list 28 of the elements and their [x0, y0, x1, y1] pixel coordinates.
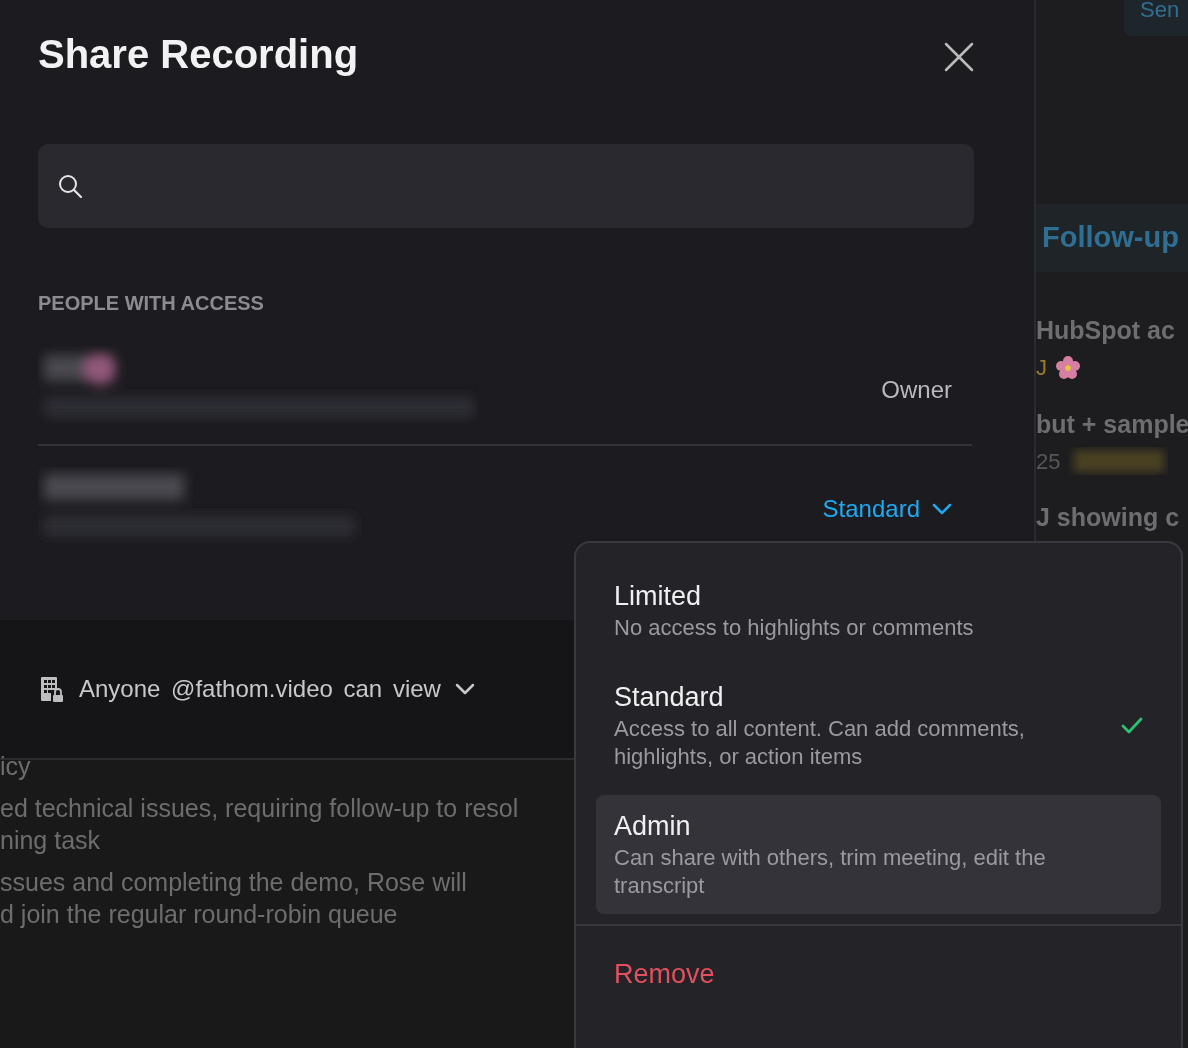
assignee-initial: J: [1036, 354, 1047, 382]
access-dropdown[interactable]: Anyone @fathom.video can view: [40, 671, 475, 707]
item-title: HubSpot ac: [1036, 315, 1175, 346]
check-icon: [1121, 716, 1143, 736]
dialog-title: Share Recording: [38, 31, 359, 78]
role-option[interactable]: Standard Access to all content. Can add comments, highlights, or action items: [596, 666, 1161, 786]
background-text: ning task: [0, 825, 101, 856]
background-text: ed technical issues, requiring follow-up to resol: [0, 793, 519, 824]
background-text: d join the regular round-robin queue: [0, 899, 398, 930]
close-button[interactable]: [944, 42, 974, 72]
role-label: Owner: [881, 375, 952, 405]
background-text: ssues and completing the demo, Rose will: [0, 867, 467, 898]
item-date: 25: [1036, 447, 1061, 476]
building-lock-icon: [40, 675, 65, 703]
section-label: PEOPLE WITH ACCESS: [38, 291, 264, 316]
chevron-down-icon: [454, 682, 475, 696]
background-text: icy: [0, 751, 31, 782]
chevron-down-icon: [932, 502, 952, 516]
role-option[interactable]: Limited No access to highlights or comments: [596, 565, 1161, 657]
search-icon: [58, 174, 82, 198]
remove-button[interactable]: Remove: [596, 926, 733, 1023]
item-title: J showing c: [1036, 502, 1180, 533]
flower-icon: [1055, 354, 1081, 381]
role-dropdown[interactable]: Standard: [822, 491, 952, 527]
search-field[interactable]: [38, 144, 974, 228]
section-heading: Follow-up: [1042, 220, 1179, 256]
role-option[interactable]: Admin Can share with others, trim meeting, edit the transcript: [596, 795, 1161, 915]
item-title: but + sample: [1036, 408, 1188, 440]
